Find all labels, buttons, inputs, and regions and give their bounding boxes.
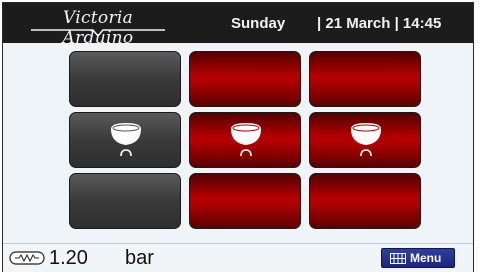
pressure-unit: bar [125, 247, 154, 269]
group-tile-top-2[interactable] [189, 51, 301, 107]
day-label: Sunday [231, 15, 286, 32]
group-tile-middle-2[interactable] [189, 112, 301, 168]
menu-button-label: Menu [410, 251, 442, 265]
group-tile-middle-3[interactable] [309, 112, 421, 168]
cup-icon [111, 123, 141, 157]
group-tile-top-3[interactable] [309, 51, 421, 107]
brand-logo: Victoria Arduino [29, 8, 167, 48]
status-bar: 1.20 bar Menu [3, 243, 473, 272]
pressure-value: 1.20 [49, 247, 88, 269]
menu-button[interactable]: Menu [381, 248, 455, 268]
group-tile-middle-1[interactable] [69, 112, 181, 168]
group-grid [69, 51, 421, 229]
date-time-label: | 21 March | 14:45 [317, 15, 442, 32]
header-bar: Victoria Arduino Sunday | 21 March | 14:… [3, 3, 473, 48]
cup-icon [231, 123, 261, 157]
group-tile-bottom-1[interactable] [69, 173, 181, 229]
group-tile-bottom-2[interactable] [189, 173, 301, 229]
grid-icon [390, 253, 406, 264]
cup-icon [351, 123, 381, 157]
group-tile-top-1[interactable] [69, 51, 181, 107]
machine-display: Victoria Arduino Sunday | 21 March | 14:… [2, 2, 474, 272]
logo-swoosh-icon [31, 29, 165, 38]
pressure-gauge-icon [9, 251, 45, 265]
group-tile-bottom-3[interactable] [309, 173, 421, 229]
